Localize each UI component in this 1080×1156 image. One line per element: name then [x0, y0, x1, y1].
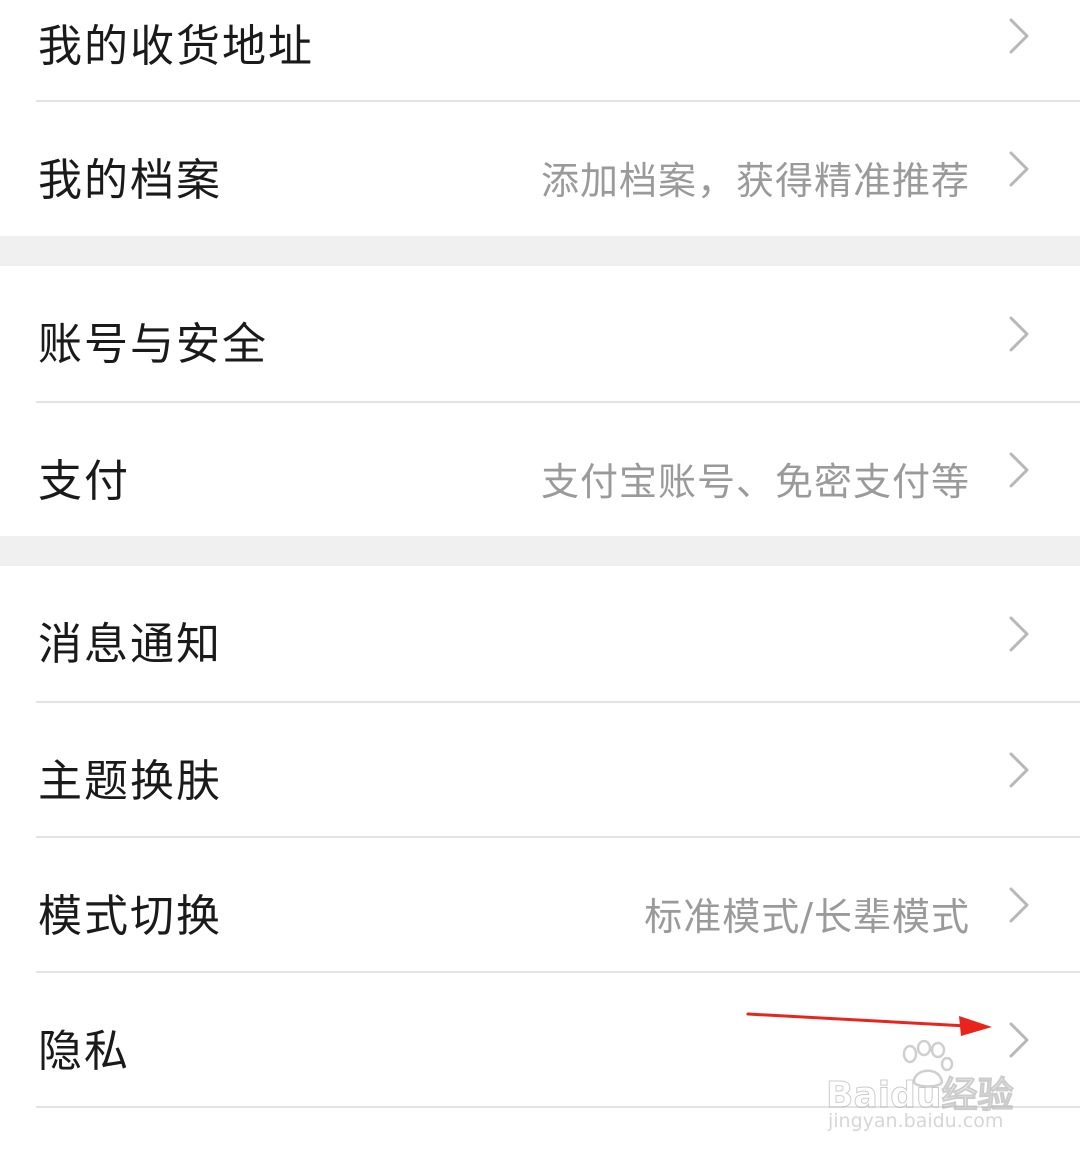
settings-item-label: 支付: [38, 456, 130, 507]
chevron-right-icon: [1009, 151, 1029, 187]
settings-item-label: 隐私: [38, 1026, 130, 1077]
settings-item-label: 账号与安全: [38, 319, 268, 370]
settings-screen: 我的收货地址 我的档案 添加档案，获得精准推荐 账号与安全 支付 支付宝账号、免…: [0, 0, 1080, 1156]
settings-item-notifications[interactable]: 消息通知: [0, 566, 1080, 701]
chevron-right-icon: [1009, 616, 1029, 652]
baidu-jingyan-watermark: Baidu经验 jingyan.baidu.com: [825, 1040, 1026, 1135]
settings-item-address[interactable]: 我的收货地址: [0, 0, 1080, 100]
settings-item-label: 主题换肤: [38, 756, 222, 807]
settings-item-account-security[interactable]: 账号与安全: [0, 266, 1080, 401]
settings-item-profile[interactable]: 我的档案 添加档案，获得精准推荐: [0, 102, 1080, 236]
watermark-url: jingyan.baidu.com: [828, 1110, 1004, 1132]
chevron-right-icon: [1009, 316, 1029, 352]
section-gap: [0, 536, 1080, 566]
settings-item-label: 我的收货地址: [38, 21, 314, 72]
settings-item-theme[interactable]: 主题换肤: [0, 703, 1080, 836]
section-gap: [0, 236, 1080, 266]
chevron-right-icon: [1009, 18, 1029, 54]
settings-item-label: 消息通知: [38, 619, 222, 670]
settings-item-label: 我的档案: [38, 155, 222, 206]
settings-item-label: 模式切换: [38, 891, 222, 942]
annotation-arrow-icon: [746, 1012, 992, 1036]
chevron-right-icon: [1009, 752, 1029, 788]
settings-item-mode-switch[interactable]: 模式切换 标准模式/长辈模式: [0, 838, 1080, 971]
settings-item-hint: 标准模式/长辈模式: [644, 895, 970, 939]
chevron-right-icon: [1009, 887, 1029, 923]
settings-item-hint: 添加档案，获得精准推荐: [540, 159, 970, 203]
settings-item-hint: 支付宝账号、免密支付等: [540, 460, 970, 504]
settings-item-payment[interactable]: 支付 支付宝账号、免密支付等: [0, 403, 1080, 536]
chevron-right-icon: [1009, 452, 1029, 488]
